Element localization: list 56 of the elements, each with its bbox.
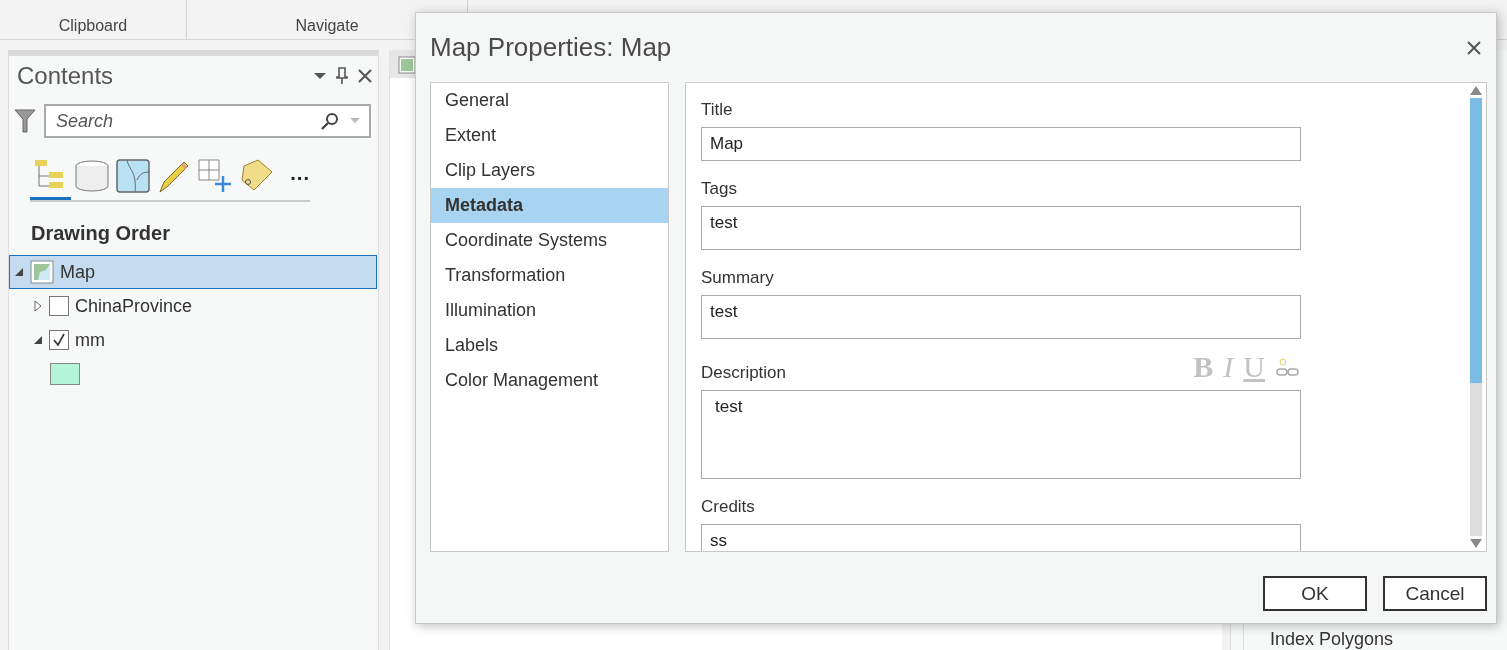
symbol-swatch[interactable] [50,363,80,385]
layer-name[interactable]: mm [75,329,105,351]
scroll-up-icon[interactable] [1469,86,1482,95]
text-field[interactable]: ss [701,524,1301,551]
dialog-title: Map Properties: Map [430,32,673,63]
text-field[interactable]: test [701,390,1301,479]
page-list-item[interactable]: Clip Layers [431,153,668,188]
scroll-thumb[interactable] [1469,98,1482,383]
grid-plus-icon [196,157,233,194]
page-list-item[interactable]: Illumination [431,293,668,328]
page-list-item[interactable]: General [431,83,668,118]
filter-icon[interactable] [14,108,36,134]
collapse-triangle-icon[interactable] [33,335,43,345]
tree-row-highlight[interactable]: Map [9,255,377,289]
more-button[interactable]: ... [290,161,310,191]
pane-title: Contents [17,62,115,90]
layer-name[interactable]: Map [60,261,95,283]
dropdown-caret-icon[interactable] [314,72,326,80]
scroll-down-icon[interactable] [1469,539,1482,548]
pin-icon[interactable] [336,67,348,85]
map-icon [114,157,151,194]
dialog-button[interactable]: Cancel [1383,576,1487,611]
search-field[interactable]: Search [44,104,371,138]
dropdown-caret-icon [350,118,360,124]
database-icon [73,157,110,194]
page-list-item[interactable]: Transformation [431,258,668,293]
checkbox[interactable] [49,330,69,350]
page-list-item[interactable]: Labels [431,328,668,363]
scrollbar[interactable] [1469,86,1482,548]
text-field[interactable]: test [701,206,1301,250]
checkbox[interactable] [49,296,69,316]
page-list-item[interactable]: Coordinate Systems [431,223,668,258]
field-label: Description [701,362,788,384]
layer-name[interactable]: ChinaProvince [75,295,193,317]
field-label: Title [701,99,734,121]
link-icon[interactable] [1275,356,1301,378]
text-field[interactable]: test [701,295,1301,339]
field-label: Summary [701,267,775,289]
close-icon[interactable] [1466,39,1482,56]
field-label: Tags [701,178,738,200]
field-label: Credits [701,496,756,518]
text-field[interactable]: Map [701,127,1301,161]
page-list-item[interactable]: Extent [431,118,668,153]
map-tab-icon[interactable] [398,56,416,74]
ribbon-group-label: Clipboard [58,17,128,35]
checkmark-icon [52,333,66,347]
collapse-triangle-icon[interactable] [14,267,24,277]
search-icon [321,112,339,130]
page-list-item[interactable]: Color Management [431,363,668,398]
map-frame-icon [30,260,54,284]
dialog-button[interactable]: OK [1263,576,1367,611]
page-list-item[interactable]: Metadata [431,188,668,223]
expand-triangle-icon[interactable] [33,300,43,312]
section-heading: Drawing Order [31,222,171,245]
close-icon[interactable] [358,69,372,83]
ribbon-group-label: Navigate [295,17,359,35]
